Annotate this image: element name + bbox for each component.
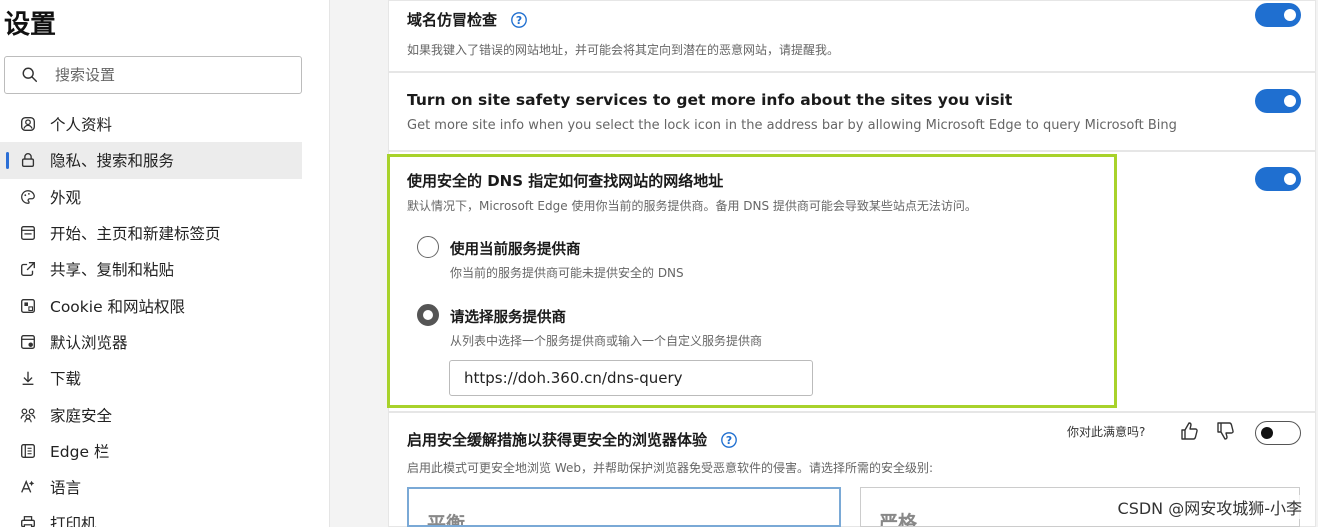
search-box[interactable] [4,56,302,94]
sidebar-item-label: 外观 [50,188,82,207]
secure-dns-toggle[interactable] [1255,167,1301,191]
setting-title: 域名仿冒检查 ? [407,9,528,30]
profile-icon [18,114,38,134]
help-icon[interactable]: ? [510,11,528,29]
sidebar-item-share[interactable]: 共享、复制和粘贴 [0,251,302,287]
typosquatting-setting: 域名仿冒检查 ? 如果我键入了错误的网站地址，并可能会将其定向到潜在的恶意网站，… [388,0,1316,72]
thumbs-up-icon[interactable] [1179,420,1201,442]
sidebar-item-language[interactable]: 语言 [0,469,302,505]
default-browser-icon [18,332,38,352]
sidebar-nav: 个人资料 隐私、搜索和服务 外观 开始、主页和新建标签页 共享、复制和粘贴 Co… [0,106,302,527]
page-title: 设置 [4,10,57,40]
sidebar-item-profile[interactable]: 个人资料 [0,106,302,142]
family-icon [18,405,38,425]
settings-window: 设置 个人资料 隐私、搜索和服务 外观 开始、主页和新建 [0,0,1318,527]
security-mitigation-description: 启用此模式可更安全地浏览 Web，并帮助保护浏览器免受恶意软件的侵害。请选择所需… [407,461,934,475]
sidebar-item-family[interactable]: 家庭安全 [0,396,302,432]
lock-icon [18,150,38,170]
home-tab-icon [18,223,38,243]
feedback-label: 你对此满意吗? [1067,425,1146,439]
sidebar-item-start-home[interactable]: 开始、主页和新建标签页 [0,215,302,251]
sidebar-item-cookies[interactable]: Cookie 和网站权限 [0,287,302,323]
dns-highlight-frame [387,154,1117,408]
typosquatting-toggle[interactable] [1255,3,1301,27]
sidebar-item-label: Edge 栏 [50,442,110,461]
sidebar-item-label: 下载 [50,370,82,389]
security-mitigation-toggle[interactable] [1255,421,1301,445]
security-level-label: 严格 [879,512,918,527]
cookie-permissions-icon [18,296,38,316]
share-icon [18,259,38,279]
svg-text:?: ? [726,434,732,447]
sidebar-item-downloads[interactable]: 下载 [0,360,302,396]
search-input[interactable] [55,57,295,93]
sidebar-item-label: 语言 [50,479,82,498]
sidebar-item-label: 打印机 [50,515,97,527]
typosquatting-title: 域名仿冒检查 [407,11,498,29]
sidebar-item-default-browser[interactable]: 默认浏览器 [0,324,302,360]
sidebar-item-label: 默认浏览器 [50,333,128,352]
download-icon [18,368,38,388]
site-safety-toggle[interactable] [1255,89,1301,113]
security-level-label: 平衡 [427,513,466,527]
search-icon [22,67,38,83]
sidebar-item-appearance[interactable]: 外观 [0,179,302,215]
security-mitigation-title: 启用安全缓解措施以获得更安全的浏览器体验 [407,431,708,449]
sidebar-item-printer[interactable]: 打印机 [0,505,302,527]
sidebar-item-edge-bar[interactable]: Edge 栏 [0,433,302,469]
sidebar-item-label: Cookie 和网站权限 [50,297,186,316]
printer-icon [18,513,38,527]
svg-text:?: ? [516,14,522,27]
sidebar-item-label: 共享、复制和粘贴 [50,261,175,280]
sidebar-item-privacy[interactable]: 隐私、搜索和服务 [0,142,302,179]
sidebar-item-label: 家庭安全 [50,406,113,425]
help-icon[interactable]: ? [720,431,738,449]
setting-description: 如果我键入了错误的网站地址，并可能会将其定向到潜在的恶意网站，请提醒我。 [407,43,840,57]
edge-bar-icon [18,441,38,461]
setting-title: 启用安全缓解措施以获得更安全的浏览器体验 ? [407,429,738,450]
site-safety-title: Turn on site safety services to get more… [407,91,1013,109]
thumbs-down-icon[interactable] [1215,420,1237,442]
sidebar-item-label: 个人资料 [50,116,113,135]
sidebar: 设置 个人资料 隐私、搜索和服务 外观 开始、主页和新建 [0,0,330,527]
watermark: CSDN @网安攻城狮-小李 [1115,495,1304,519]
sidebar-item-label: 隐私、搜索和服务 [50,152,175,171]
site-safety-setting: Turn on site safety services to get more… [388,72,1316,151]
appearance-icon [18,187,38,207]
security-level-balanced[interactable]: 平衡 [407,487,841,527]
site-safety-description: Get more site info when you select the l… [407,118,1177,133]
language-icon [18,477,38,497]
sidebar-item-label: 开始、主页和新建标签页 [50,225,221,244]
